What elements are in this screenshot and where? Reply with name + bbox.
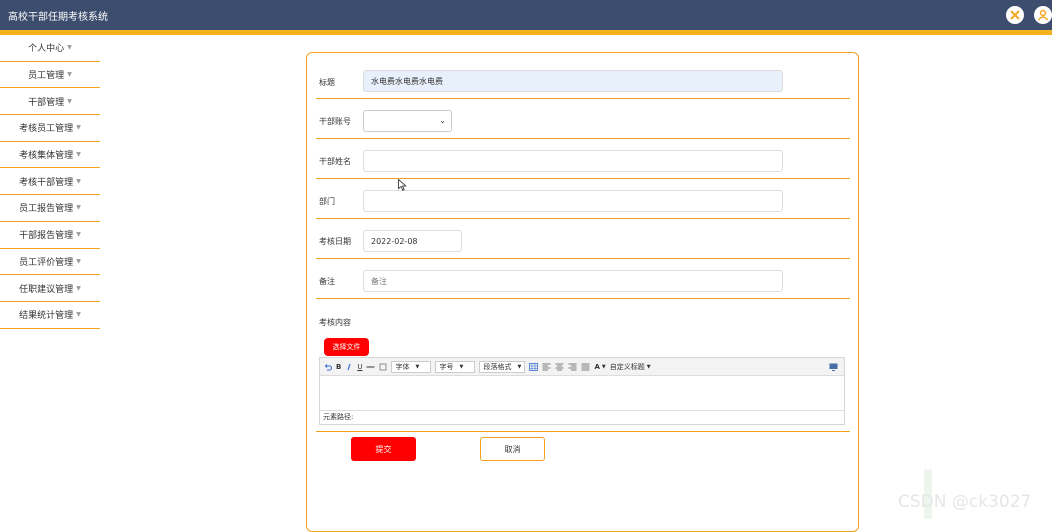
rich-text-editor: B U 字体 ▼ 字号 ▼ 段落格式 ▼ A ▼ 自定义标题 ▼ 元素路径: — [319, 357, 845, 425]
font-color-icon[interactable]: A ▼ — [594, 363, 605, 371]
watermark-text: CSDN @ck3027 — [898, 492, 1032, 512]
title-row: 标题 水电费水电费水电费 — [316, 67, 850, 99]
mouse-cursor-icon — [398, 176, 407, 195]
sidebar-item-staff-review[interactable]: 员工评价管理 ▼ — [0, 249, 100, 276]
sidebar-item-cadre[interactable]: 干部管理 ▼ — [0, 88, 100, 116]
title-input[interactable]: 水电费水电费水电费 — [363, 70, 783, 92]
title-label: 标题 — [319, 78, 335, 87]
chevron-down-icon: ▼ — [459, 363, 464, 370]
sidebar-item-statistics[interactable]: 结果统计管理 ▼ — [0, 302, 100, 329]
sidebar-item-personal[interactable]: 个人中心 ▼ — [0, 35, 100, 62]
undo-icon[interactable] — [324, 363, 332, 371]
cadre-name-label: 干部姓名 — [319, 157, 351, 166]
font-family-select[interactable]: 字体 ▼ — [391, 360, 432, 373]
chevron-down-icon: ▼ — [76, 204, 81, 212]
chevron-down-icon: ▼ — [76, 311, 81, 319]
align-left-icon[interactable] — [542, 363, 551, 371]
remark-label: 备注 — [319, 277, 335, 286]
chevron-down-icon: ▼ — [76, 151, 81, 159]
dept-input[interactable] — [363, 190, 783, 212]
header-accent-strip — [0, 30, 1052, 35]
chevron-down-icon: ▼ — [415, 363, 420, 370]
table-icon[interactable] — [529, 362, 539, 371]
editor-toolbar: B U 字体 ▼ 字号 ▼ 段落格式 ▼ A ▼ 自定义标题 ▼ — [320, 358, 844, 376]
cadre-no-select[interactable]: ⌄ — [363, 110, 452, 132]
sidebar-item-cadre-report[interactable]: 干部报告管理 ▼ — [0, 222, 100, 249]
dept-label: 部门 — [319, 197, 335, 206]
settings-icon[interactable] — [1006, 6, 1024, 24]
sidebar-item-group-eval[interactable]: 考核集体管理 ▼ — [0, 142, 100, 169]
chevron-down-icon: ▼ — [517, 363, 522, 370]
remark-input[interactable]: 备注 — [363, 270, 783, 292]
sidebar: 个人中心 ▼ 员工管理 ▼ 干部管理 ▼ 考核员工管理 ▼ 考核集体管理 ▼ 考核干部管理… — [0, 35, 100, 329]
italic-icon[interactable] — [345, 363, 353, 371]
choose-file-button[interactable]: 选择文件 — [324, 338, 369, 356]
chevron-down-icon: ▼ — [67, 71, 72, 79]
chevron-down-icon: ▼ — [76, 257, 81, 265]
chevron-down-icon: ▼ — [67, 97, 72, 105]
cadre-no-label: 干部账号 — [319, 117, 351, 126]
element-path: 元素路径: — [320, 410, 844, 424]
custom-title-select[interactable]: 自定义标题 ▼ — [610, 362, 651, 372]
format-clear-icon[interactable] — [379, 363, 387, 371]
horizontal-rule-icon[interactable] — [366, 363, 375, 371]
date-label: 考核日期 — [319, 237, 351, 246]
submit-button[interactable]: 提交 — [351, 437, 416, 461]
app-title: 高校干部任期考核系统 — [8, 12, 108, 23]
preview-icon[interactable] — [829, 363, 838, 371]
sidebar-item-staff-eval[interactable]: 考核员工管理 ▼ — [0, 115, 100, 142]
chevron-down-icon: ▼ — [601, 363, 606, 370]
font-size-select[interactable]: 字号 ▼ — [435, 360, 476, 373]
bold-icon[interactable]: B — [336, 363, 341, 371]
align-right-icon[interactable] — [568, 363, 577, 371]
dept-row: 部门 — [316, 179, 850, 219]
chevron-down-icon: ▼ — [76, 177, 81, 185]
chevron-down-icon: ▼ — [67, 44, 72, 52]
chevron-down-icon: ▼ — [76, 231, 81, 239]
cadre-no-row: 干部账号 ⌄ — [316, 99, 850, 139]
editor-body[interactable] — [320, 376, 844, 410]
date-input[interactable]: 2022-02-08 — [363, 230, 462, 252]
chevron-down-icon: ⌄ — [439, 116, 446, 125]
sidebar-item-appointment[interactable]: 任职建议管理 ▼ — [0, 275, 100, 302]
top-bar: 高校干部任期考核系统 — [0, 0, 1052, 30]
cancel-button[interactable]: 取消 — [480, 437, 545, 461]
paragraph-select[interactable]: 段落格式 ▼ — [479, 360, 526, 373]
chevron-down-icon: ▼ — [76, 284, 81, 292]
sidebar-item-staff[interactable]: 员工管理 ▼ — [0, 62, 100, 89]
cadre-name-row: 干部姓名 — [316, 139, 850, 179]
sidebar-item-staff-report[interactable]: 员工报告管理 ▼ — [0, 195, 100, 222]
date-row: 考核日期 2022-02-08 — [316, 219, 850, 259]
align-center-icon[interactable] — [555, 363, 564, 371]
chevron-down-icon: ▼ — [646, 363, 651, 370]
remark-row: 备注 备注 — [316, 259, 850, 299]
form-panel: 标题 水电费水电费水电费 干部账号 ⌄ 干部姓名 部门 考核日期 2022-02… — [306, 52, 859, 532]
underline-icon[interactable]: U — [357, 363, 362, 371]
sidebar-item-cadre-eval[interactable]: 考核干部管理 ▼ — [0, 168, 100, 196]
content-label: 考核内容 — [319, 318, 351, 327]
chevron-down-icon: ▼ — [76, 124, 81, 132]
align-justify-icon[interactable] — [581, 363, 590, 371]
user-icon[interactable] — [1034, 6, 1052, 24]
cadre-name-input[interactable] — [363, 150, 783, 172]
